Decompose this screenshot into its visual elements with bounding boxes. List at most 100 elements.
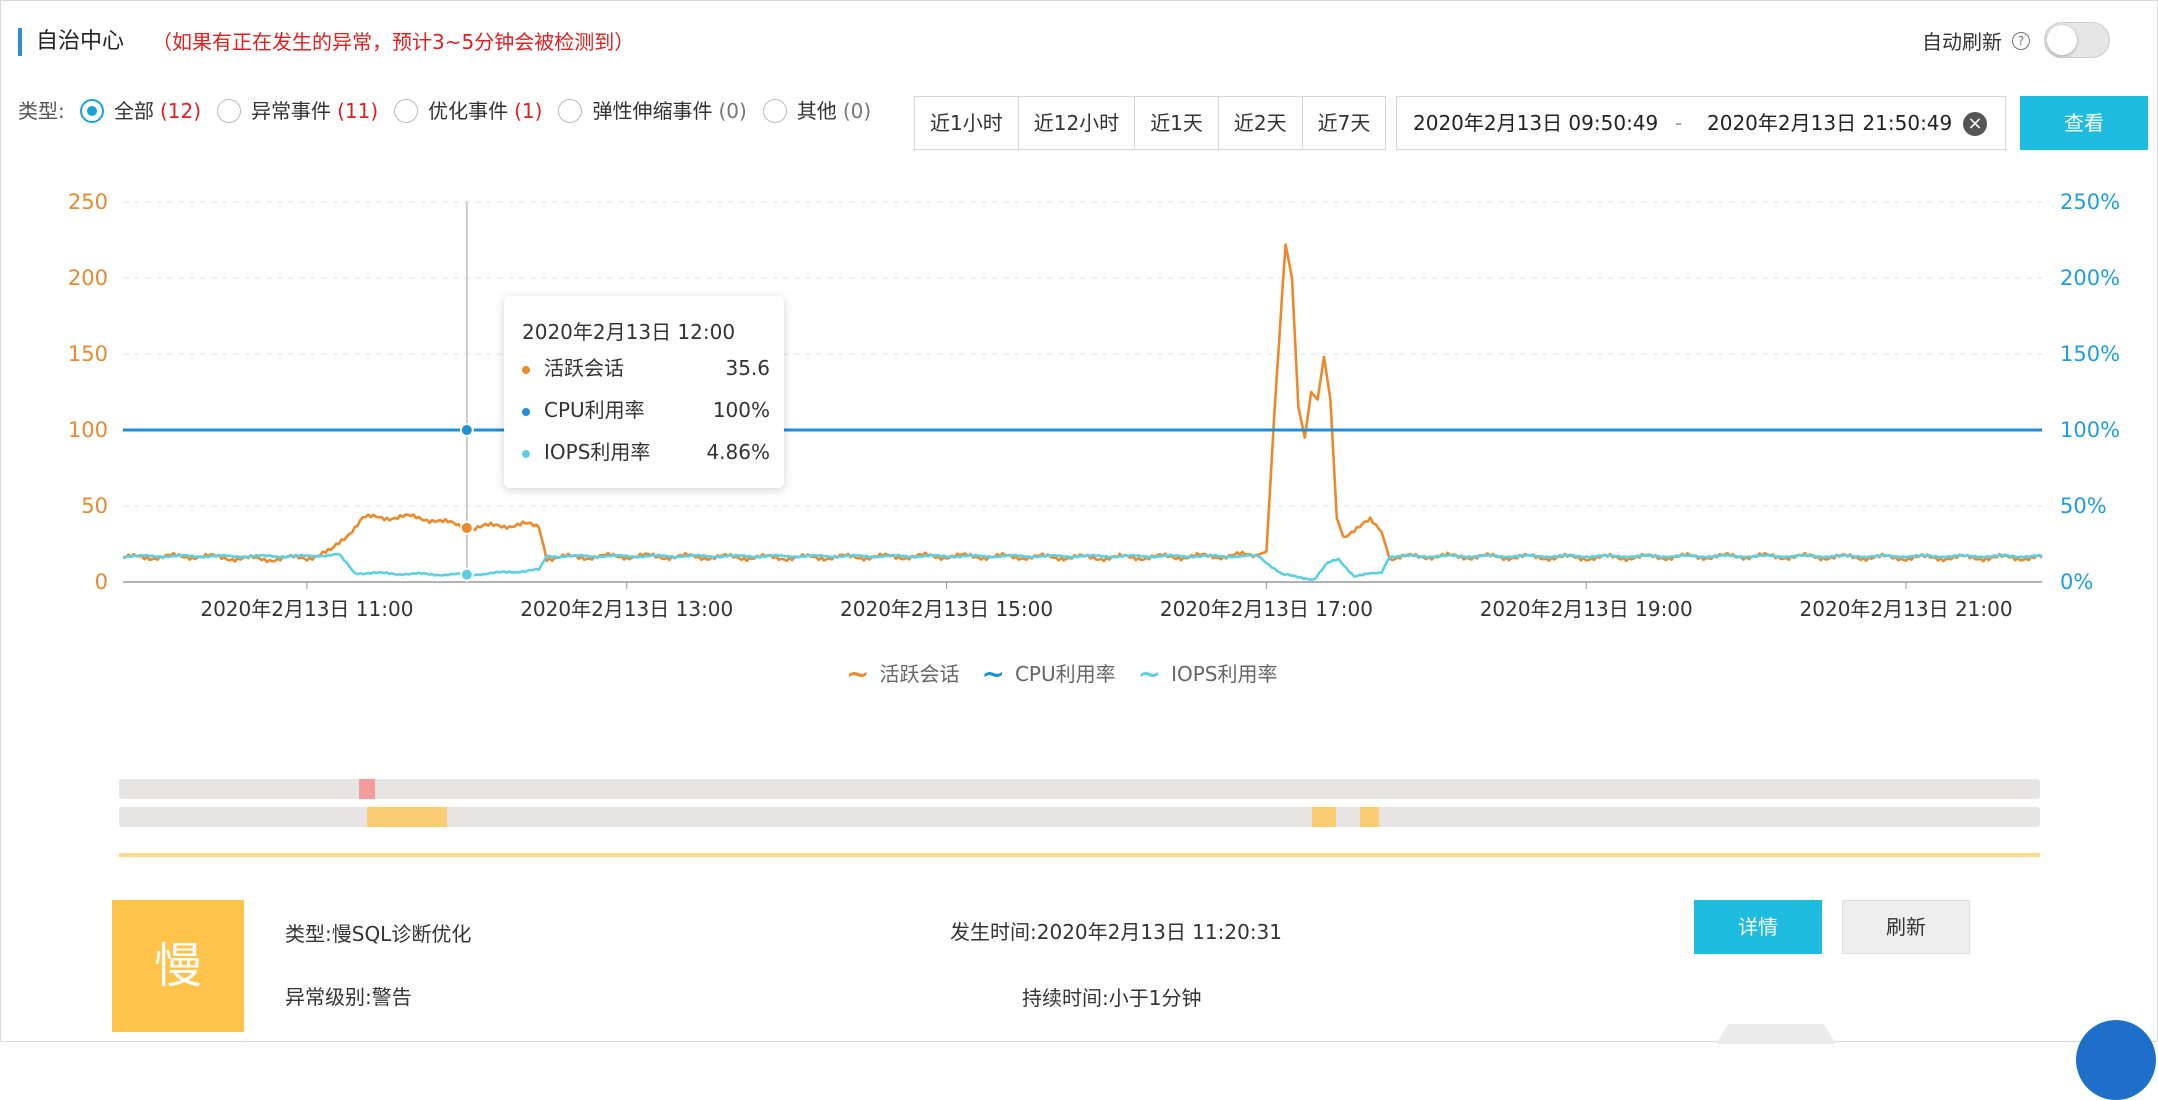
- event-timeline-track[interactable]: [119, 779, 2040, 799]
- event-time: 发生时间:2020年2月13日 11:20:31: [950, 918, 1282, 946]
- y-right-tick-label: 100%: [2060, 418, 2120, 442]
- radio-count: (11): [337, 99, 379, 123]
- tooltip-title: 2020年2月13日 12:00: [522, 320, 736, 344]
- event-type: 类型:慢SQL诊断优化: [285, 920, 471, 948]
- tooltip-series-name: 活跃会话: [544, 356, 624, 380]
- chart-legend: ~ 活跃会话 ~ CPU利用率 ~ IOPS利用率: [846, 660, 1299, 688]
- range-1h-button[interactable]: 近1小时: [915, 97, 1019, 149]
- y-right-tick-label: 150%: [2060, 342, 2120, 366]
- metrics-chart[interactable]: 0 0% 50 50% 100 100% 150 150% 200 200% 250 250% 2020…: [0, 180, 2158, 640]
- x-tick-label: 2020年2月13日 17:00: [1160, 597, 1373, 621]
- series-line: [122, 243, 2043, 564]
- wave-icon: ~: [846, 657, 870, 690]
- detection-note: （如果有正在发生的异常，预计3~5分钟会被检测到）: [152, 30, 635, 54]
- hover-point-marker: [459, 520, 474, 535]
- legend-item-sessions[interactable]: ~ 活跃会话: [846, 660, 959, 688]
- scroll-tab[interactable]: [1716, 1024, 1836, 1044]
- tooltip-series-name: IOPS利用率: [544, 440, 651, 464]
- tooltip-series-name: CPU利用率: [544, 398, 645, 422]
- date-range-picker[interactable]: 2020年2月13日 09:50:49 - 2020年2月13日 21:50:4…: [1396, 96, 2006, 150]
- tooltip-row-sessions: 活跃会话 35.6: [522, 354, 770, 382]
- event-time-label: 发生时间:: [950, 920, 1037, 944]
- event-level-label: 异常级别:: [285, 985, 372, 1009]
- chart-tooltip: 2020年2月13日 12:00 活跃会话 35.6 CPU利用率 100% IOP…: [504, 296, 784, 488]
- event-level: 异常级别:警告: [285, 983, 412, 1011]
- x-tick-label: 2020年2月13日 19:00: [1480, 597, 1693, 621]
- radio-label: 优化事件: [428, 99, 509, 123]
- event-duration-label: 持续时间:: [1022, 986, 1109, 1010]
- radio-label: 弹性伸缩事件: [592, 99, 713, 123]
- y-left-tick-label: 250: [68, 190, 108, 214]
- range-12h-button[interactable]: 近12小时: [1018, 97, 1136, 149]
- tooltip-series-value: 4.86%: [706, 440, 770, 464]
- x-tick-label: 2020年2月13日 11:00: [200, 597, 413, 621]
- y-left-tick-label: 200: [68, 266, 108, 290]
- event-time-value: 2020年2月13日 11:20:31: [1036, 920, 1283, 944]
- bullet-icon: [522, 407, 530, 416]
- radio-circle[interactable]: [217, 99, 242, 123]
- radio-circle[interactable]: [558, 99, 583, 123]
- y-left-tick-label: 150: [68, 342, 108, 366]
- end-date[interactable]: 2020年2月13日 21:50:49: [1707, 97, 1952, 149]
- clear-icon[interactable]: ×: [1963, 112, 1987, 136]
- bullet-icon: [522, 449, 530, 458]
- timeline-baseline: [119, 853, 2040, 857]
- bullet-icon: [522, 365, 530, 374]
- radio-optimization[interactable]: 优化事件 (1): [394, 96, 542, 126]
- time-range-buttons: 近1小时 近12小时 近1天 近2天 近7天: [914, 96, 1387, 150]
- tooltip-series-value: 35.6: [725, 356, 770, 380]
- page-title: 自治中心: [18, 28, 124, 56]
- auto-refresh-toggle[interactable]: [2044, 22, 2110, 58]
- y-right-tick-label: 250%: [2060, 190, 2120, 214]
- radio-count: (0): [718, 99, 747, 123]
- legend-label: CPU利用率: [1014, 662, 1116, 686]
- type-filter-label: 类型:: [18, 99, 65, 123]
- event-type-value: 慢SQL诊断优化: [331, 922, 472, 946]
- radio-circle[interactable]: [762, 99, 787, 123]
- start-date[interactable]: 2020年2月13日 09:50:49: [1413, 97, 1658, 149]
- event-level-value: 警告: [371, 985, 412, 1009]
- view-button[interactable]: 查看: [2020, 96, 2148, 150]
- radio-label: 全部: [114, 99, 154, 123]
- event-timeline-track[interactable]: [119, 807, 2040, 827]
- radio-count: (1): [514, 99, 543, 123]
- y-left-tick-label: 50: [81, 494, 108, 518]
- timeline-event-mark[interactable]: [1311, 807, 1336, 827]
- x-tick-label: 2020年2月13日 13:00: [520, 597, 733, 621]
- radio-circle[interactable]: [394, 99, 419, 123]
- legend-item-cpu[interactable]: ~ CPU利用率: [981, 660, 1115, 688]
- radio-autoscale[interactable]: 弹性伸缩事件 (0): [558, 96, 747, 126]
- radio-label: 异常事件: [251, 99, 332, 123]
- floating-action-button[interactable]: [2076, 1020, 2156, 1100]
- refresh-button[interactable]: 刷新: [1842, 900, 1970, 954]
- tooltip-row-cpu: CPU利用率 100%: [522, 396, 770, 424]
- hover-point-marker: [459, 567, 474, 582]
- x-tick-label: 2020年2月13日 21:00: [1800, 597, 2013, 621]
- y-right-tick-label: 0%: [2060, 570, 2093, 594]
- y-left-tick-label: 0: [95, 570, 108, 594]
- radio-anomaly[interactable]: 异常事件 (11): [217, 96, 378, 126]
- range-1d-button[interactable]: 近1天: [1135, 97, 1219, 149]
- event-duration: 持续时间:小于1分钟: [1022, 984, 1201, 1012]
- range-2d-button[interactable]: 近2天: [1218, 97, 1303, 149]
- timeline-event-mark[interactable]: [1359, 807, 1379, 827]
- radio-circle[interactable]: [80, 99, 104, 123]
- y-right-tick-label: 50%: [2060, 494, 2107, 518]
- tooltip-row-iops: IOPS利用率 4.86%: [522, 438, 770, 466]
- hover-point-marker: [459, 423, 474, 437]
- timeline-event-mark[interactable]: [359, 779, 376, 799]
- type-filter-radios: 全部 (12) 异常事件 (11) 优化事件 (1) 弹性伸缩事件 (0) 其他 (0): [80, 96, 887, 126]
- wave-icon: ~: [1137, 657, 1162, 690]
- radio-count: (0): [842, 99, 872, 123]
- legend-item-iops[interactable]: ~ IOPS利用率: [1138, 660, 1278, 688]
- help-icon[interactable]: ?: [2012, 32, 2030, 50]
- radio-other[interactable]: 其他 (0): [762, 96, 872, 126]
- slow-sql-icon: 慢: [112, 900, 244, 1032]
- timeline-event-mark[interactable]: [367, 807, 448, 827]
- date-separator: -: [1675, 111, 1683, 135]
- y-left-tick-label: 100: [68, 418, 108, 442]
- range-7d-button[interactable]: 近7天: [1302, 97, 1386, 149]
- detail-button[interactable]: 详情: [1694, 900, 1822, 954]
- radio-all[interactable]: 全部 (12): [80, 96, 201, 126]
- event-duration-value: 小于1分钟: [1108, 986, 1202, 1010]
